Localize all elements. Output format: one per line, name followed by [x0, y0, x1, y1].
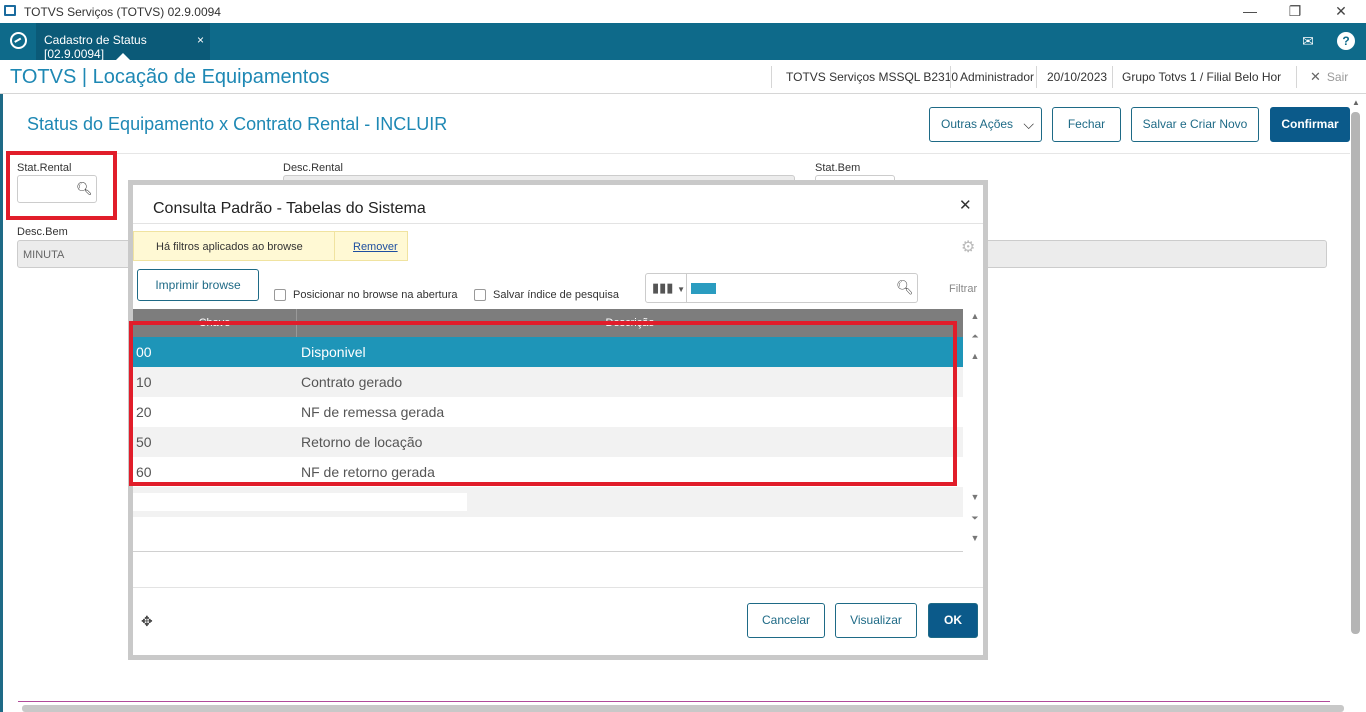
tab-label: Cadastro de Status [02.9.0094]	[44, 33, 147, 61]
close-window-button[interactable]: ✕	[1329, 2, 1353, 20]
position-browse-label: Posicionar no browse na abertura	[293, 289, 458, 301]
remove-filter-link[interactable]: Remover	[353, 241, 398, 253]
cancel-button[interactable]: Cancelar	[747, 603, 825, 638]
filter-button[interactable]: Filtrar	[949, 283, 977, 295]
stat-bem-label: Stat.Bem	[815, 162, 861, 174]
desc-bem-label: Desc.Bem	[17, 226, 68, 238]
grid-page-down-icon[interactable]: ⏷	[968, 511, 982, 525]
save-and-new-button[interactable]: Salvar e Criar Novo	[1131, 107, 1259, 142]
grid-scroll-down-icon[interactable]: ▼	[968, 490, 982, 504]
filter-notice: Há filtros aplicados ao browse Remover	[133, 231, 408, 261]
date-label: 20/10/2023	[1047, 70, 1108, 84]
exit-label: Sair	[1326, 70, 1349, 84]
window-titlebar: TOTVS Serviços (TOTVS) 02.9.0094 — ❐ ✕	[0, 0, 1366, 23]
horizontal-scrollbar[interactable]	[22, 705, 1344, 712]
highlight-box-stat-rental	[6, 151, 117, 220]
divider	[334, 232, 335, 260]
close-icon: ✕	[1310, 69, 1321, 84]
grid-page-up-icon[interactable]: ⏶	[968, 329, 982, 343]
gear-icon[interactable]: ⚙	[961, 237, 975, 257]
exit-button[interactable]: ✕ Sair	[1310, 69, 1348, 85]
tab-cadastro-status[interactable]: Cadastro de Status [02.9.0094] ×	[36, 23, 210, 61]
move-icon[interactable]: ✥	[141, 613, 153, 630]
restore-button[interactable]: ❐	[1283, 2, 1307, 20]
mail-icon[interactable]: ✉	[1299, 32, 1317, 50]
lookup-modal: Consulta Padrão - Tabelas do Sistema ✕ H…	[128, 180, 988, 660]
user-label: Administrador	[960, 70, 1035, 84]
save-index-checkbox[interactable]	[474, 289, 486, 301]
tab-close-icon[interactable]: ×	[197, 33, 204, 47]
modal-title: Consulta Padrão - Tabelas do Sistema	[153, 200, 426, 217]
tab-active-caret	[116, 53, 130, 60]
divider	[133, 587, 983, 588]
minimize-button[interactable]: —	[1238, 2, 1262, 20]
modal-close-icon[interactable]: ✕	[959, 196, 972, 214]
save-index-label: Salvar índice de pesquisa	[493, 289, 619, 301]
other-actions-button[interactable]: Outras Ações ⌵	[929, 107, 1042, 142]
environment-label: TOTVS Serviços MSSQL B2310	[786, 70, 959, 84]
ok-button[interactable]: OK	[928, 603, 978, 638]
page-title: Status do Equipamento x Contrato Rental …	[27, 114, 448, 134]
tab-bar: Cadastro de Status [02.9.0094] × ✉ ?	[0, 23, 1366, 61]
scrollbar-thumb[interactable]	[1351, 112, 1360, 634]
view-button[interactable]: Visualizar	[835, 603, 917, 638]
app-icon	[4, 5, 16, 16]
divider	[133, 223, 983, 224]
left-edge-bar	[0, 94, 3, 712]
app-header: TOTVS | Locação de Equipamentos TOTVS Se…	[0, 60, 1366, 94]
help-icon[interactable]: ?	[1337, 32, 1355, 50]
scroll-up-icon[interactable]: ▲	[1352, 98, 1360, 107]
divider	[6, 153, 1350, 154]
grid-scroll-top-icon[interactable]: ▲	[968, 309, 982, 323]
app-brand: TOTVS | Locação de Equipamentos	[10, 66, 330, 88]
filter-notice-text: Há filtros aplicados ao browse	[156, 241, 303, 253]
search-icon[interactable]: 🔍︎	[896, 279, 914, 296]
totvs-logo-icon[interactable]	[10, 32, 27, 49]
grid-scroll-bottom-icon[interactable]: ▼	[968, 531, 982, 545]
desc-rental-label: Desc.Rental	[283, 162, 343, 174]
highlight-box-results	[129, 321, 957, 486]
position-browse-checkbox[interactable]	[274, 289, 286, 301]
page-scrollbar[interactable]: ▲	[1350, 98, 1362, 698]
search-index-chip[interactable]	[691, 283, 716, 294]
confirm-button[interactable]: Confirmar	[1270, 107, 1350, 142]
divider	[1296, 66, 1297, 88]
divider	[771, 66, 772, 88]
columns-icon[interactable]: ▮▮▮ ▼	[646, 274, 687, 302]
other-actions-label: Outras Ações	[941, 117, 1014, 131]
divider	[1036, 66, 1037, 88]
table-row-empty	[133, 487, 963, 517]
print-browse-button[interactable]: Imprimir browse	[137, 269, 259, 301]
grid-scroll-up-icon[interactable]: ▲	[968, 349, 982, 363]
window-title: TOTVS Serviços (TOTVS) 02.9.0094	[24, 5, 221, 19]
divider	[1112, 66, 1113, 88]
branch-label: Grupo Totvs 1 / Filial Belo Hor	[1122, 70, 1282, 84]
chevron-down-icon: ⌵	[1023, 116, 1034, 132]
close-button[interactable]: Fechar	[1052, 107, 1121, 142]
divider	[950, 66, 951, 88]
divider	[18, 701, 1330, 702]
search-field[interactable]: ▮▮▮ ▼ 🔍︎	[645, 273, 918, 303]
